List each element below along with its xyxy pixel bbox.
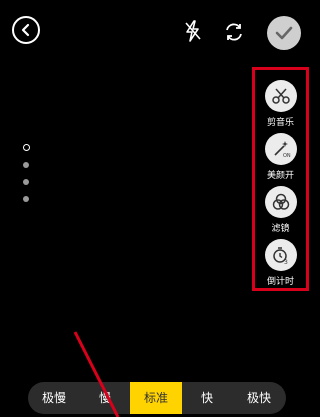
tool-label: 美颜开 (266, 171, 294, 181)
checkmark-icon (275, 26, 293, 40)
svg-text:ON: ON (283, 153, 291, 159)
svg-text:3: 3 (284, 259, 288, 265)
tool-countdown[interactable]: 3 倒计时 (255, 239, 306, 287)
speed-option-very-fast[interactable]: 极快 (232, 382, 286, 414)
speed-option-slow[interactable]: 慢 (80, 382, 130, 414)
tool-beauty[interactable]: ON 美颜开 (255, 133, 306, 181)
page-dot-active (22, 144, 30, 151)
camera-switch-button[interactable] (222, 20, 246, 44)
scissors-icon (264, 80, 297, 112)
tool-cut-music[interactable]: 剪音乐 (255, 80, 306, 128)
speed-option-fast[interactable]: 快 (182, 382, 232, 414)
page-indicator (22, 144, 30, 213)
speed-selector: 极慢 慢 标准 快 极快 (28, 382, 286, 414)
side-tools-panel: 剪音乐 ON 美颜开 滤镜 3 倒计时 (252, 67, 309, 291)
speed-option-standard[interactable]: 标准 (130, 382, 182, 414)
filter-icon (264, 186, 297, 218)
flash-toggle-button[interactable] (182, 20, 204, 42)
page-dot (23, 196, 29, 202)
page-dot (23, 179, 29, 185)
camera-switch-icon (226, 23, 242, 41)
tool-label: 剪音乐 (266, 118, 294, 128)
page-dot (23, 162, 29, 168)
chevron-left-icon (21, 23, 30, 37)
timer-icon: 3 (264, 239, 297, 271)
speed-option-very-slow[interactable]: 极慢 (28, 382, 80, 414)
tool-label: 滤镜 (271, 224, 290, 234)
tool-label: 倒计时 (266, 277, 294, 287)
tool-filter[interactable]: 滤镜 (255, 186, 306, 234)
confirm-button[interactable] (267, 16, 301, 50)
magic-wand-icon: ON (264, 133, 297, 165)
flash-off-icon (185, 20, 201, 42)
back-button[interactable] (12, 16, 40, 44)
